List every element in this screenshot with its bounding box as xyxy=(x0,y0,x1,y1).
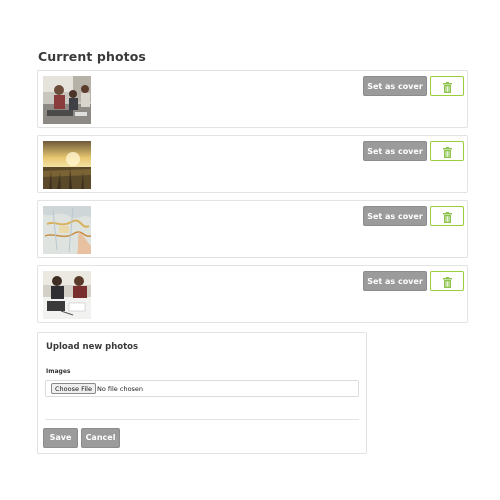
photo-row: Set as cover xyxy=(37,265,468,323)
save-button[interactable]: Save xyxy=(43,428,78,448)
set-as-cover-button[interactable]: Set as cover xyxy=(363,271,427,291)
photo-thumbnail xyxy=(43,141,91,189)
trash-icon xyxy=(443,276,452,291)
current-photos-title: Current photos xyxy=(38,49,146,64)
delete-photo-button[interactable] xyxy=(430,76,464,96)
trash-icon xyxy=(443,211,452,226)
delete-photo-button[interactable] xyxy=(430,271,464,291)
photo-thumbnail xyxy=(43,206,91,254)
page: Current photos Set as cover Set as cover… xyxy=(0,0,500,500)
cancel-button[interactable]: Cancel xyxy=(81,428,120,448)
photo-row: Set as cover xyxy=(37,200,468,258)
photo-thumbnail xyxy=(43,76,91,124)
set-as-cover-button[interactable]: Set as cover xyxy=(363,76,427,96)
set-as-cover-button[interactable]: Set as cover xyxy=(363,141,427,161)
file-status-text: No file chosen xyxy=(97,385,144,393)
images-label: Images xyxy=(46,368,71,375)
set-as-cover-button[interactable]: Set as cover xyxy=(363,206,427,226)
delete-photo-button[interactable] xyxy=(430,141,464,161)
upload-form: Upload new photos Images Choose File No … xyxy=(37,332,367,454)
upload-title: Upload new photos xyxy=(46,342,139,352)
trash-icon xyxy=(443,146,452,161)
photo-row: Set as cover xyxy=(37,70,468,128)
photo-row: Set as cover xyxy=(37,135,468,193)
divider xyxy=(45,419,359,420)
trash-icon xyxy=(443,81,452,96)
images-file-input[interactable]: Choose File No file chosen xyxy=(45,380,359,397)
choose-file-button[interactable]: Choose File xyxy=(51,383,96,394)
photo-thumbnail xyxy=(43,271,91,319)
delete-photo-button[interactable] xyxy=(430,206,464,226)
